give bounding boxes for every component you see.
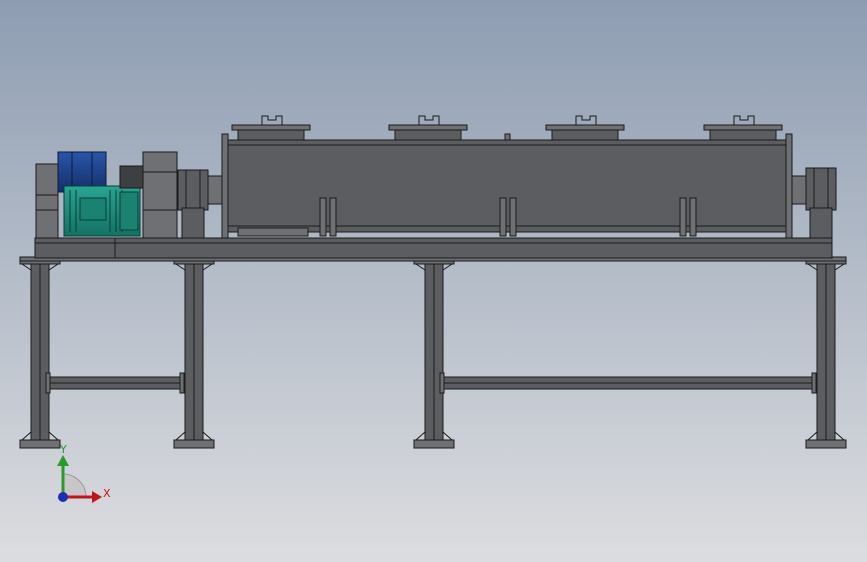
cad-viewport[interactable]: X Y: [0, 0, 867, 562]
drive-end-cover: [35, 163, 59, 239]
electric-motor: [63, 185, 141, 237]
triad-y-label: Y: [60, 443, 67, 456]
triad-z-axis-icon: [58, 492, 68, 502]
mixer-trough: [221, 133, 793, 239]
triad-x-label: X: [103, 487, 111, 500]
coupling: [119, 165, 145, 189]
model-view: [0, 0, 867, 562]
base-frame: [19, 237, 847, 262]
bearing-housing-left: [142, 151, 178, 239]
